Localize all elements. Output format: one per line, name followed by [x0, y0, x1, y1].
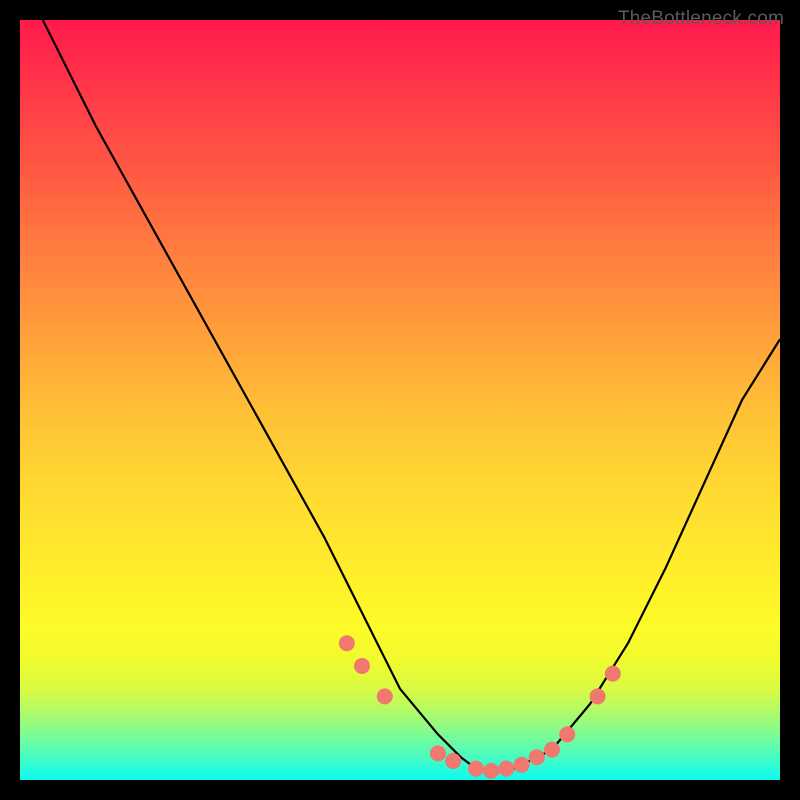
watermark-text: TheBottleneck.com: [618, 8, 784, 30]
marker-dot: [377, 688, 393, 704]
marker-dot: [483, 763, 499, 779]
marker-dot: [605, 666, 621, 682]
marker-dot: [590, 688, 606, 704]
plot-area: [20, 20, 780, 780]
marker-dot: [354, 658, 370, 674]
marker-dot: [468, 761, 484, 777]
marker-dot: [445, 753, 461, 769]
marker-dot: [514, 757, 530, 773]
chart-svg: [20, 20, 780, 780]
chart-container: TheBottleneck.com: [0, 0, 800, 800]
marker-dot: [559, 726, 575, 742]
marker-dot: [430, 745, 446, 761]
marker-dot: [544, 742, 560, 758]
marker-dot: [339, 635, 355, 651]
bottleneck-curve: [43, 20, 780, 772]
marker-dot: [498, 761, 514, 777]
marker-group: [339, 635, 621, 779]
marker-dot: [529, 749, 545, 765]
